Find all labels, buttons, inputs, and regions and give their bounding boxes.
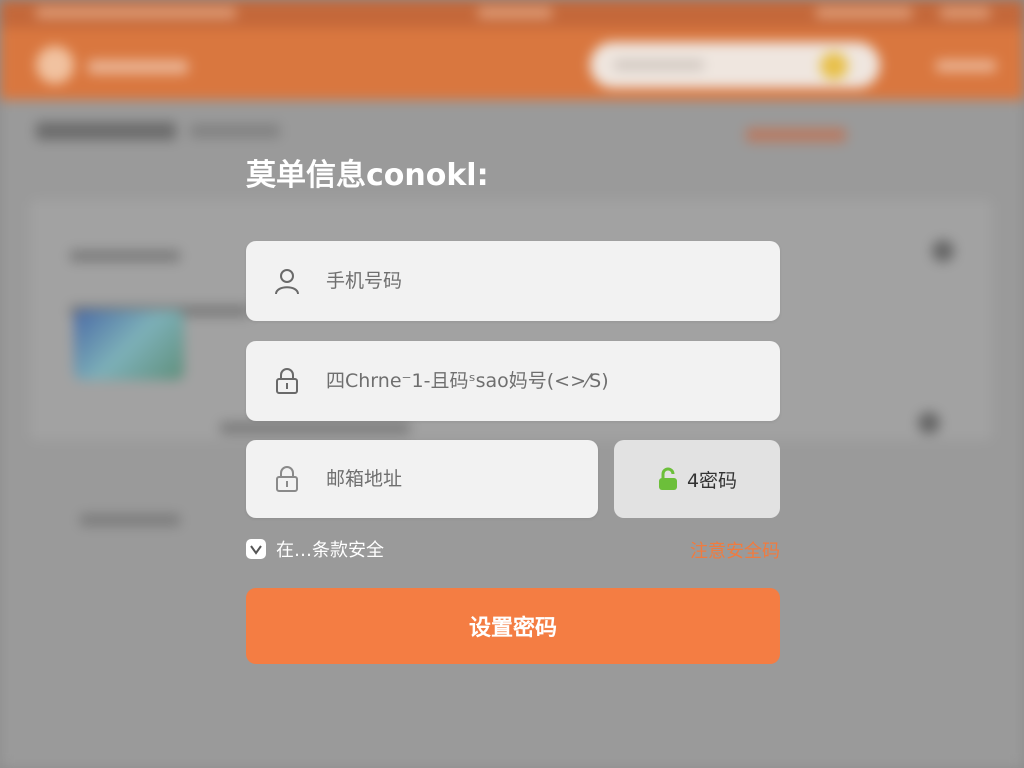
search-box (590, 42, 880, 88)
search-icon (820, 52, 848, 80)
user-icon (275, 269, 299, 295)
content-line (220, 422, 410, 434)
get-code-label: 4密码 (686, 469, 738, 492)
lock-icon (276, 368, 298, 394)
status-bar (0, 0, 1024, 28)
close-icon (932, 240, 954, 262)
content-line (80, 514, 180, 526)
email-field[interactable] (246, 440, 598, 518)
agreement-row: 在…条款安全 (246, 536, 384, 562)
content-line (70, 250, 180, 262)
header-menu (936, 60, 996, 72)
tab-primary (36, 122, 176, 140)
get-code-button[interactable]: 4密码 (614, 440, 780, 518)
email-input[interactable] (326, 440, 582, 518)
header-link (746, 128, 846, 142)
check-icon (250, 545, 262, 555)
agree-text: 在…条款安全 (276, 540, 384, 561)
security-link[interactable]: 注意安全码 (690, 537, 780, 563)
agree-checkbox[interactable] (246, 539, 266, 559)
main-content (0, 100, 1024, 768)
password-field[interactable] (246, 341, 780, 421)
thumbnail-image (74, 310, 184, 380)
logo (36, 46, 74, 84)
tab-secondary (190, 124, 280, 138)
lock-icon (276, 466, 298, 492)
phone-input[interactable] (326, 241, 764, 321)
green-lock-icon (658, 467, 677, 490)
form-title: 莫单信息conokl: (246, 158, 489, 193)
password-input[interactable] (326, 341, 764, 421)
brand-name (88, 60, 188, 74)
more-icon (918, 412, 940, 434)
app-header (0, 28, 1024, 100)
phone-field[interactable] (246, 241, 780, 321)
set-password-button[interactable]: 设置密码 (246, 588, 780, 664)
